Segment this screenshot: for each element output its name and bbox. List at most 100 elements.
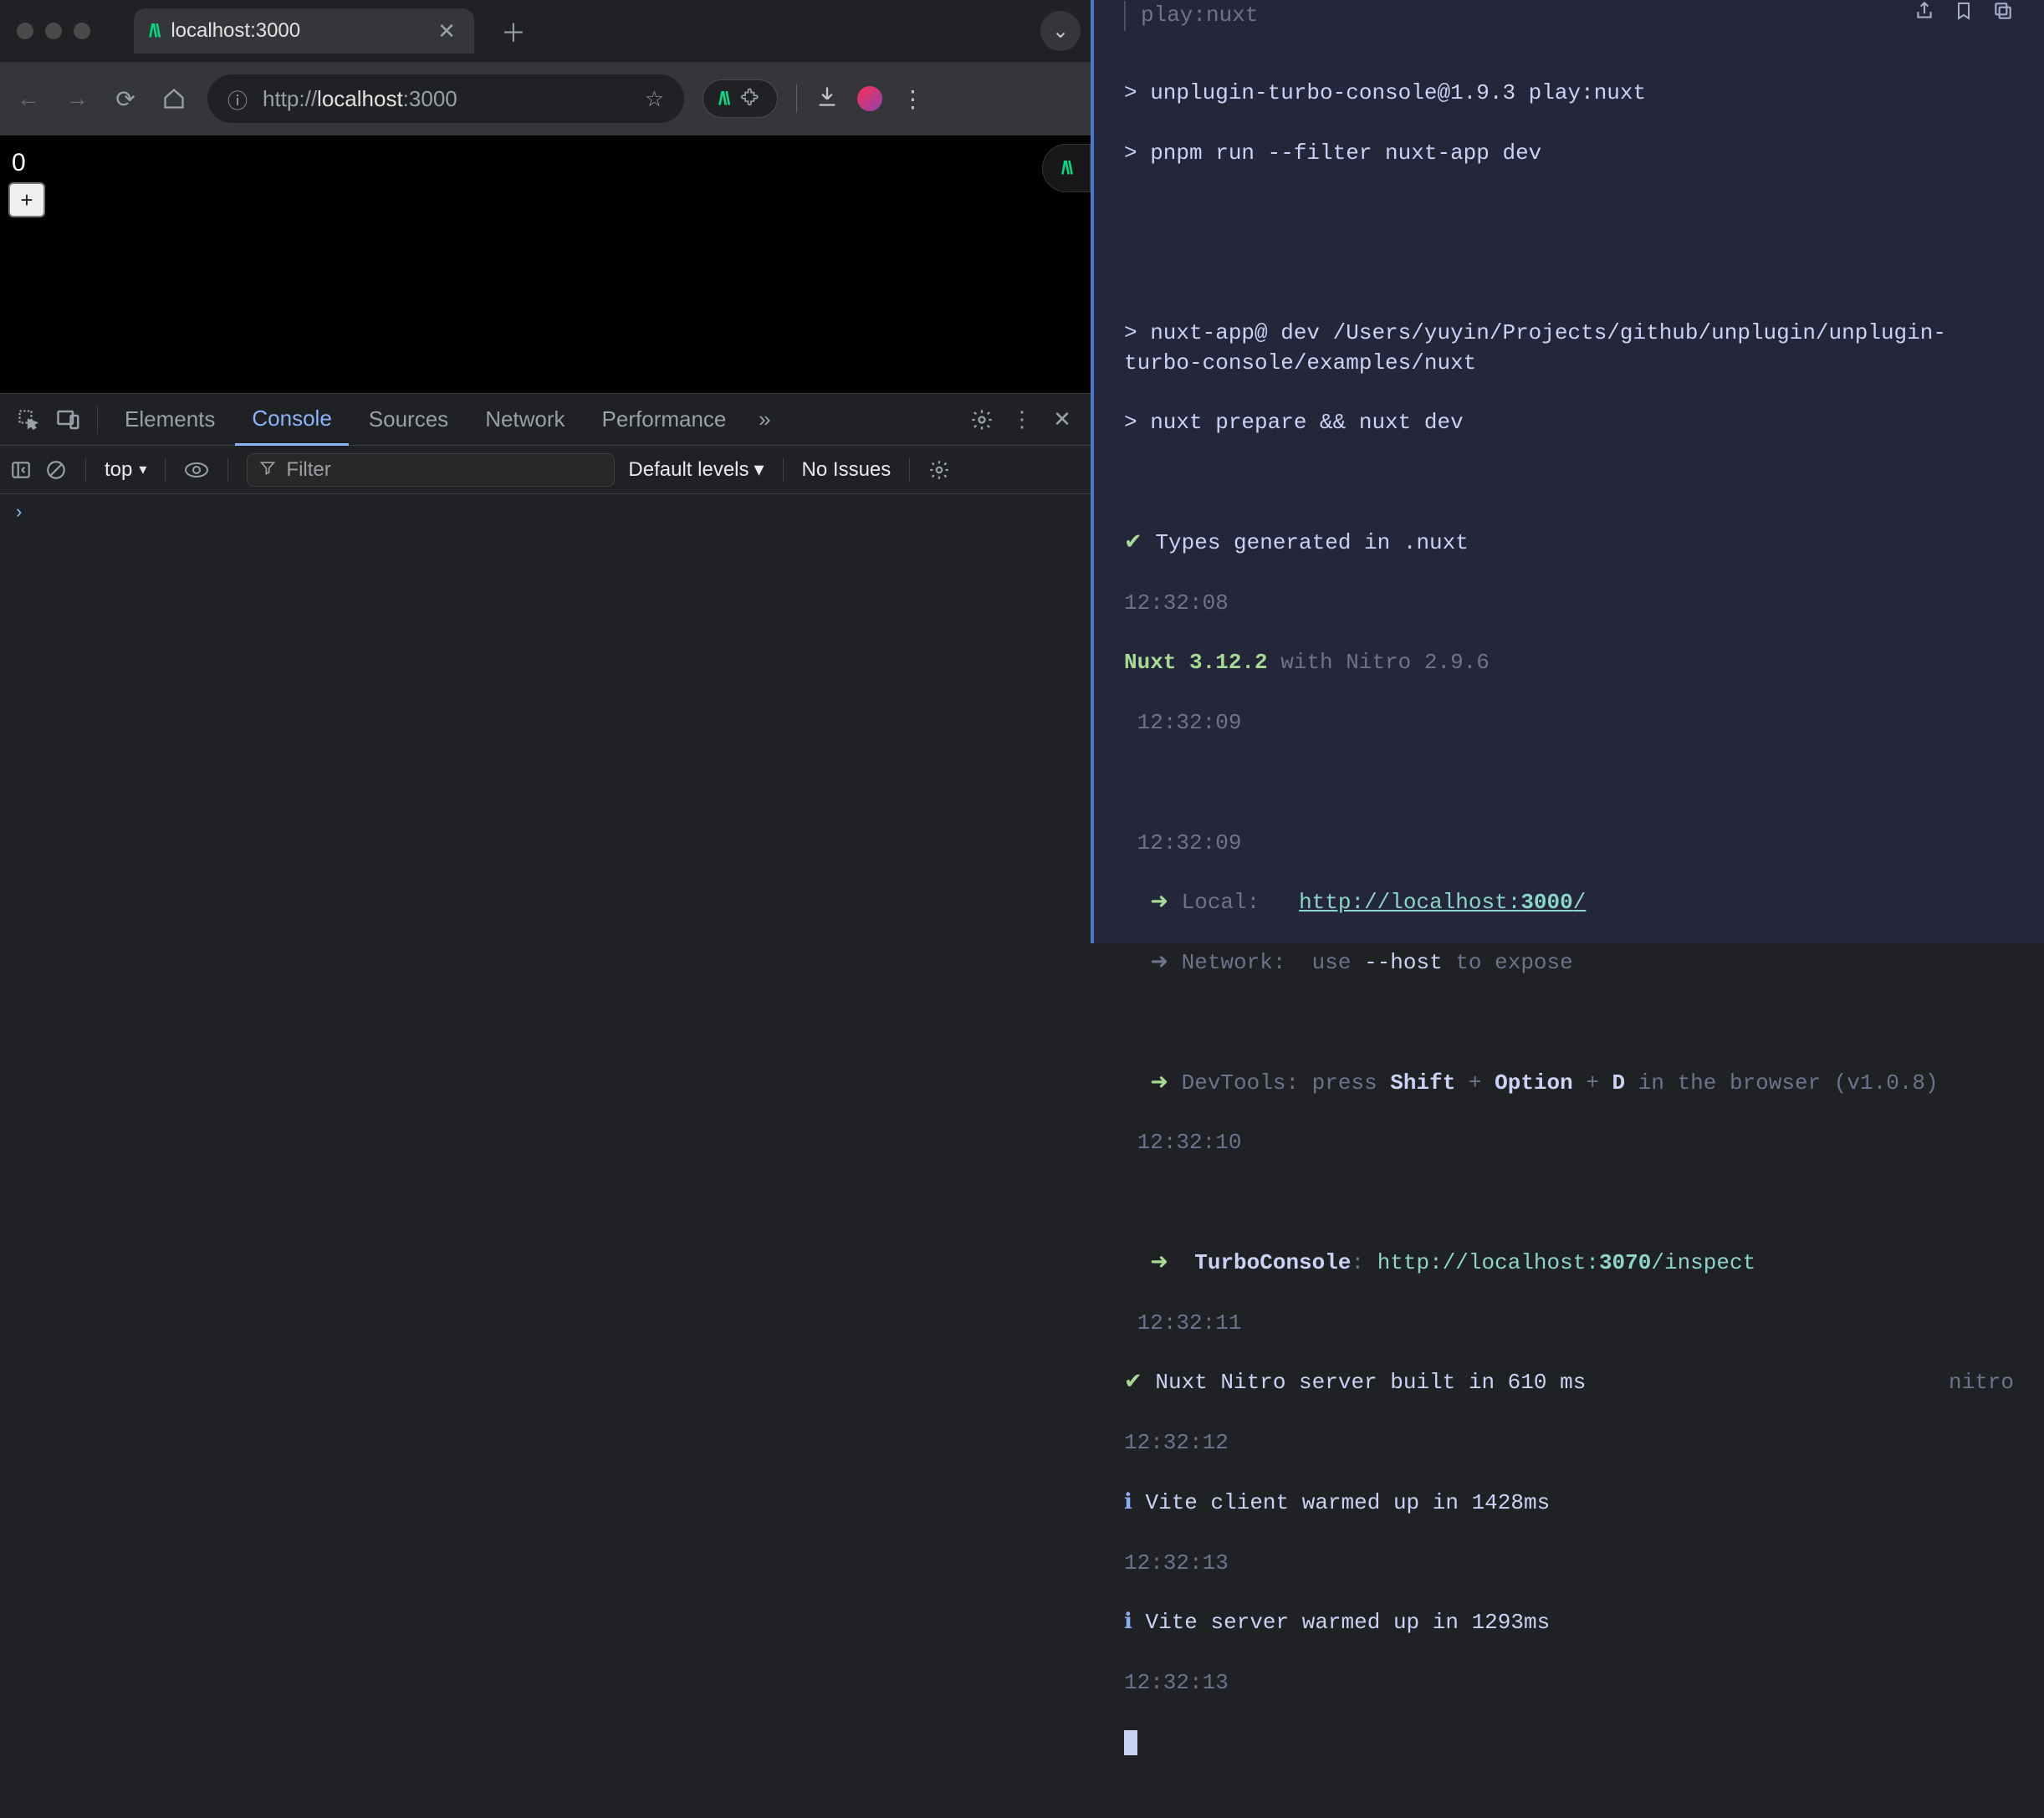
devtools-more-tabs-icon[interactable]: » [746, 406, 783, 432]
nuxt-devtools-badge[interactable]: /\\ [1042, 144, 1091, 192]
counter-value: 0 [8, 144, 1082, 182]
traffic-close-icon[interactable] [17, 23, 33, 39]
term-line: ➜ TurboConsole: http://localhost:3070/in… [1124, 1249, 2014, 1279]
term-line: ℹ Vite server warmed up in 1293ms [1124, 1608, 2014, 1638]
tab-overflow-button[interactable]: ⌄ [1040, 11, 1081, 51]
copy-icon[interactable] [1992, 0, 2014, 32]
close-tab-button[interactable]: ✕ [437, 18, 456, 44]
traffic-minimize-icon[interactable] [45, 23, 62, 39]
new-tab-button[interactable]: ＋ [501, 13, 526, 49]
url-text: http://localhost:3000 [263, 86, 457, 112]
filter-placeholder: Filter [286, 458, 330, 482]
browser-more-menu-icon[interactable]: ⋮ [901, 85, 924, 113]
device-toolbar-icon[interactable] [50, 407, 87, 432]
traffic-zoom-icon[interactable] [74, 23, 90, 39]
console-sidebar-toggle-icon[interactable] [10, 459, 32, 481]
term-line: 12:32:09 [1124, 829, 2014, 859]
tab-title: localhost:3000 [171, 19, 300, 43]
term-line [1124, 1729, 2014, 1759]
term-line: 12:32:12 [1124, 1428, 2014, 1458]
nuxt-favicon-icon: /\\ [149, 20, 159, 42]
issues-label[interactable]: No Issues [802, 458, 892, 482]
info-icon: ℹ [1124, 1610, 1132, 1635]
check-icon: ✔ [1124, 1370, 1142, 1395]
devtools-tab-elements[interactable]: Elements [108, 394, 232, 446]
console-filter-input[interactable]: Filter [247, 453, 615, 487]
term-line [1124, 1188, 2014, 1218]
term-line [1124, 1009, 2014, 1039]
term-line: ✔ Types generated in .nuxt [1124, 529, 2014, 559]
terminal-title: play:nuxt [1124, 1, 1258, 31]
info-icon: ℹ [1124, 1490, 1132, 1515]
term-line: 12:32:13 [1124, 1549, 2014, 1579]
downloads-icon[interactable] [815, 84, 839, 114]
context-selector[interactable]: top▾ [105, 458, 146, 482]
browser-tabbar: /\\ localhost:3000 ✕ ＋ ⌄ [0, 0, 1091, 62]
nuxt-devtools-icon[interactable]: /\\ [718, 88, 728, 110]
extensions-group: /\\ [703, 79, 778, 118]
inspect-element-icon[interactable] [10, 408, 47, 432]
log-levels-selector[interactable]: Default levels▾ [628, 457, 764, 482]
term-line: Nuxt 3.12.2 with Nitro 2.9.6 [1124, 648, 2014, 678]
browser-tab[interactable]: /\\ localhost:3000 ✕ [134, 8, 474, 54]
live-expression-icon[interactable] [184, 461, 209, 479]
term-line [1124, 468, 2014, 498]
nav-forward-button[interactable]: → [62, 84, 92, 114]
term-line: > nuxt prepare && nuxt dev [1124, 408, 2014, 438]
term-line: ➜ Network: use --host to expose [1124, 948, 2014, 978]
devtools-settings-icon[interactable] [963, 408, 1000, 432]
devtools-tab-performance[interactable]: Performance [585, 394, 744, 446]
browser-toolbar: ← → ⟳ ⓘ http://localhost:3000 ☆ /\\ ⋮ [0, 62, 1091, 135]
term-line: ➜ DevTools: press Shift + Option + D in … [1124, 1069, 2014, 1099]
bookmark-icon[interactable] [1954, 0, 1974, 32]
nuxt-logo-icon: /\\ [1061, 157, 1071, 179]
term-line [1124, 198, 2014, 228]
share-icon[interactable] [1914, 0, 1935, 32]
check-icon: ✔ [1124, 530, 1142, 555]
window-traffic-lights [10, 23, 100, 39]
devtools-tab-console[interactable]: Console [235, 394, 348, 446]
devtools-tabbar: Elements Console Sources Network Perform… [0, 394, 1091, 446]
terminal-pane: play:nuxt > unplugin-turbo-console@1.9.3… [1094, 0, 2044, 943]
term-line: > pnpm run --filter nuxt-app dev [1124, 139, 2014, 169]
console-output[interactable]: › [0, 494, 1091, 943]
term-line: ➜ Local: http://localhost:3000/ [1124, 888, 2014, 918]
devtools-tab-sources[interactable]: Sources [352, 394, 465, 446]
browser-pane: /\\ localhost:3000 ✕ ＋ ⌄ ← → ⟳ ⓘ http://… [0, 0, 1094, 943]
profile-avatar-icon[interactable] [857, 86, 882, 111]
devtools-kebab-icon[interactable]: ⋮ [1004, 406, 1040, 432]
term-line [1124, 769, 2014, 799]
console-prompt-icon: › [13, 503, 24, 523]
term-line: ℹ Vite client warmed up in 1428ms [1124, 1489, 2014, 1519]
clear-console-icon[interactable] [45, 459, 67, 481]
nav-back-button[interactable]: ← [13, 84, 43, 114]
local-url-link[interactable]: http://localhost:3000/ [1299, 890, 1586, 915]
terminal-output[interactable]: > unplugin-turbo-console@1.9.3 play:nuxt… [1124, 32, 2014, 1818]
term-line [1124, 258, 2014, 289]
term-line: > unplugin-turbo-console@1.9.3 play:nuxt [1124, 79, 2014, 109]
filter-funnel-icon [259, 459, 276, 481]
toolbar-divider [796, 84, 797, 113]
url-bar[interactable]: ⓘ http://localhost:3000 ☆ [207, 74, 684, 123]
devtools-close-icon[interactable]: ✕ [1044, 406, 1081, 432]
increment-button[interactable]: + [8, 182, 45, 217]
console-settings-icon[interactable] [928, 459, 950, 481]
term-line: 12:32:08 [1124, 589, 2014, 619]
page-content: 0 + /\\ [0, 135, 1091, 393]
bookmark-star-icon[interactable]: ☆ [645, 86, 664, 112]
terminal-header: play:nuxt [1124, 0, 2014, 32]
devtools-panel: Elements Console Sources Network Perform… [0, 393, 1091, 943]
term-line: 12:32:09 [1124, 708, 2014, 738]
home-button[interactable] [159, 84, 189, 114]
devtools-tab-network[interactable]: Network [468, 394, 581, 446]
console-toolbar: top▾ Filter Default levels▾ No Issues [0, 446, 1091, 494]
turbo-url-link[interactable]: http://localhost:3070/inspect [1377, 1250, 1756, 1275]
term-line: 12:32:13 [1124, 1668, 2014, 1698]
extensions-puzzle-icon[interactable] [740, 85, 762, 112]
term-line: 12:32:10 [1124, 1128, 2014, 1158]
cursor-icon [1124, 1730, 1137, 1755]
reload-button[interactable]: ⟳ [110, 84, 141, 114]
site-info-icon[interactable]: ⓘ [227, 84, 248, 114]
term-line: 12:32:11 [1124, 1309, 2014, 1339]
term-line: > nuxt-app@ dev /Users/yuyin/Projects/gi… [1124, 319, 2014, 379]
